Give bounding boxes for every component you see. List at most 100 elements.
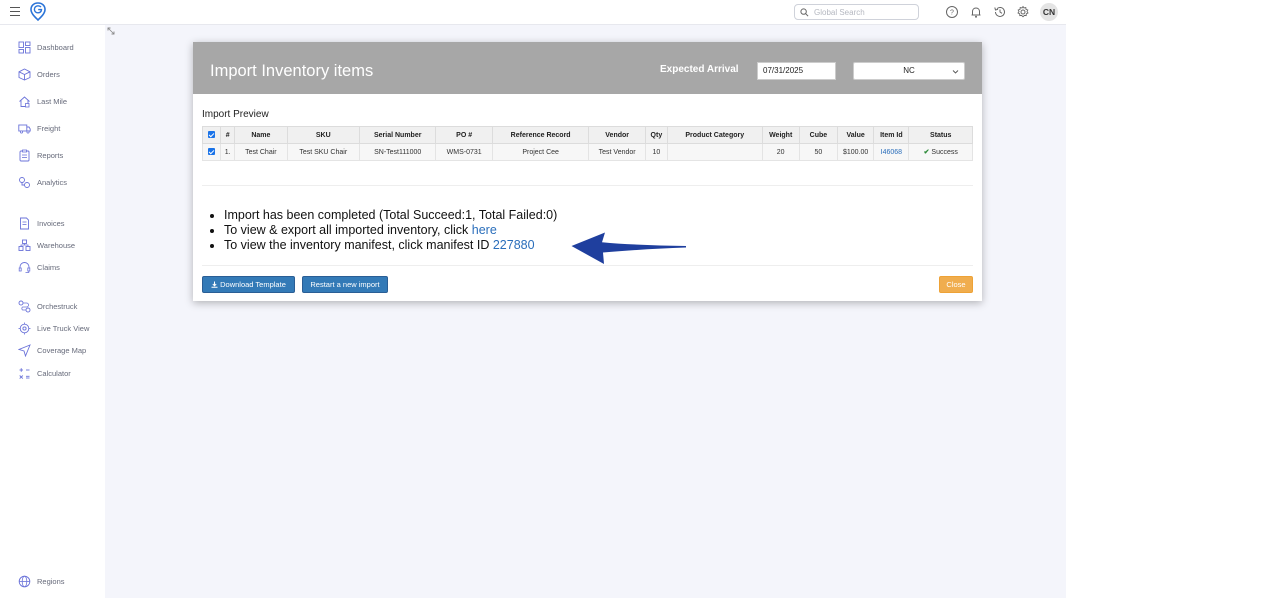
row-weight: 20 (761, 143, 800, 161)
close-label: Close (946, 280, 966, 289)
calculator-icon (19, 367, 30, 379)
row-reference-record: Project Cee (491, 143, 590, 161)
sidebar-item-label: Warehouse (37, 240, 76, 250)
sidebar-item-label: Coverage Map (37, 345, 87, 355)
state-select-value: NC (903, 66, 915, 75)
sidebar: Dashboard Orders Last Mile Freight Repor… (0, 25, 105, 598)
menu-icon[interactable] (10, 7, 20, 16)
avatar[interactable]: CN (1040, 3, 1058, 21)
column-header: Product Category (666, 126, 763, 144)
summary-export: To view & export all imported inventory,… (224, 223, 557, 238)
summary-completed-text: Import has been completed (Total Succeed… (224, 208, 558, 222)
help-icon[interactable]: ? (945, 5, 959, 19)
item-id-link[interactable]: I46068 (881, 149, 902, 156)
global-search[interactable] (794, 4, 919, 20)
column-header: Qty (644, 126, 668, 144)
search-icon (800, 8, 809, 17)
column-header: Cube (798, 126, 839, 144)
row-cube: 50 (798, 143, 839, 161)
modal-header: Import Inventory items Expected Arrival … (193, 42, 982, 94)
row-qty: 10 (644, 143, 668, 161)
table-header-row: # Name SKU Serial Number PO # Reference … (201, 126, 973, 144)
blank-area (1066, 0, 1280, 598)
history-icon[interactable] (993, 5, 1007, 19)
expected-arrival-date-input[interactable]: 07/31/2025 (757, 62, 836, 80)
modal-title: Import Inventory items (210, 62, 374, 80)
row-checkbox[interactable] (208, 148, 216, 156)
row-number: 1. (220, 143, 236, 161)
import-preview-table: # Name SKU Serial Number PO # Reference … (201, 126, 973, 161)
route-icon (18, 300, 31, 312)
sidebar-item-warehouse[interactable]: Warehouse (18, 238, 75, 252)
sidebar-item-label: Calculator (37, 368, 71, 378)
row-serial-number: SN-Test111000 (358, 143, 437, 161)
sidebar-item-orders[interactable]: Orders (18, 67, 60, 81)
analytics-icon (19, 176, 30, 188)
sidebar-item-label: Live Truck View (37, 323, 90, 333)
gear-icon[interactable] (1016, 5, 1030, 19)
import-modal: Import Inventory items Expected Arrival … (193, 42, 982, 301)
sidebar-item-regions[interactable]: Regions (18, 574, 65, 588)
column-header: Name (234, 126, 288, 144)
sidebar-item-analytics[interactable]: Analytics (18, 175, 67, 189)
sidebar-item-freight[interactable]: Freight (18, 121, 60, 135)
svg-text:?: ? (950, 10, 954, 17)
sidebar-item-coverage-map[interactable]: Coverage Map (18, 343, 86, 357)
app-shell: ? CN Dashboard Orders Last Mile (0, 0, 1066, 598)
sidebar-item-claims[interactable]: Claims (18, 260, 60, 274)
column-header: # (220, 126, 236, 144)
sidebar-item-invoices[interactable]: Invoices (18, 216, 65, 230)
summary-export-text: To view & export all imported inventory,… (224, 223, 472, 237)
row-status: Success (931, 149, 958, 156)
manifest-id-link[interactable]: 227880 (493, 238, 535, 252)
sidebar-item-calculator[interactable]: Calculator (18, 366, 71, 380)
sidebar-item-orchestruck[interactable]: Orchestruck (18, 299, 77, 313)
bell-icon[interactable] (969, 5, 983, 19)
search-input[interactable] (814, 6, 914, 18)
headset-icon (18, 261, 31, 273)
row-value: $100.00 (837, 143, 875, 161)
sidebar-item-dashboard[interactable]: Dashboard (18, 40, 74, 54)
row-product-category (666, 143, 763, 161)
download-icon (211, 281, 218, 288)
sidebar-item-label: Dashboard (37, 42, 74, 52)
row-select-cell[interactable] (201, 143, 222, 161)
truck-icon (18, 124, 31, 133)
select-all-header[interactable] (201, 126, 222, 144)
expand-icon[interactable] (107, 27, 115, 35)
sidebar-item-label: Claims (37, 262, 60, 272)
sidebar-item-label: Invoices (37, 218, 65, 228)
close-button[interactable]: Close (939, 276, 973, 293)
clipboard-icon (19, 149, 30, 161)
sidebar-item-label: Reports (37, 150, 64, 160)
logo-icon[interactable] (30, 2, 46, 21)
sidebar-item-label: Freight (37, 123, 61, 133)
select-all-checkbox[interactable] (208, 131, 216, 139)
invoice-icon (20, 217, 29, 229)
top-bar: ? CN (0, 0, 1066, 25)
dashboard-icon (18, 41, 31, 53)
import-summary: Import has been completed (Total Succeed… (224, 208, 557, 253)
row-status-cell: ✔ Success (908, 143, 973, 161)
state-select[interactable]: NC (853, 62, 965, 80)
row-sku: Test SKU Chair (286, 143, 360, 161)
column-header: Item Id (873, 126, 910, 144)
sidebar-item-last-mile[interactable]: Last Mile (18, 94, 67, 108)
sidebar-item-label: Orchestruck (37, 301, 78, 311)
column-header: Status (908, 126, 973, 144)
restart-import-button[interactable]: Restart a new import (302, 276, 388, 293)
box-icon (18, 67, 31, 80)
column-header: PO # (435, 126, 493, 144)
sidebar-item-reports[interactable]: Reports (18, 148, 63, 162)
sidebar-item-live-truck-view[interactable]: Live Truck View (18, 321, 89, 335)
sidebar-item-label: Regions (37, 576, 65, 586)
restart-import-label: Restart a new import (310, 280, 380, 289)
column-header: Value (837, 126, 875, 144)
success-check-icon: ✔ (923, 149, 930, 156)
sidebar-item-label: Last Mile (37, 96, 68, 106)
export-here-link[interactable]: here (472, 223, 497, 237)
annotation-arrow-icon (571, 232, 686, 264)
row-po-number: WMS-0731 (435, 143, 493, 161)
house-icon (19, 95, 30, 107)
download-template-button[interactable]: Download Template (202, 276, 295, 293)
